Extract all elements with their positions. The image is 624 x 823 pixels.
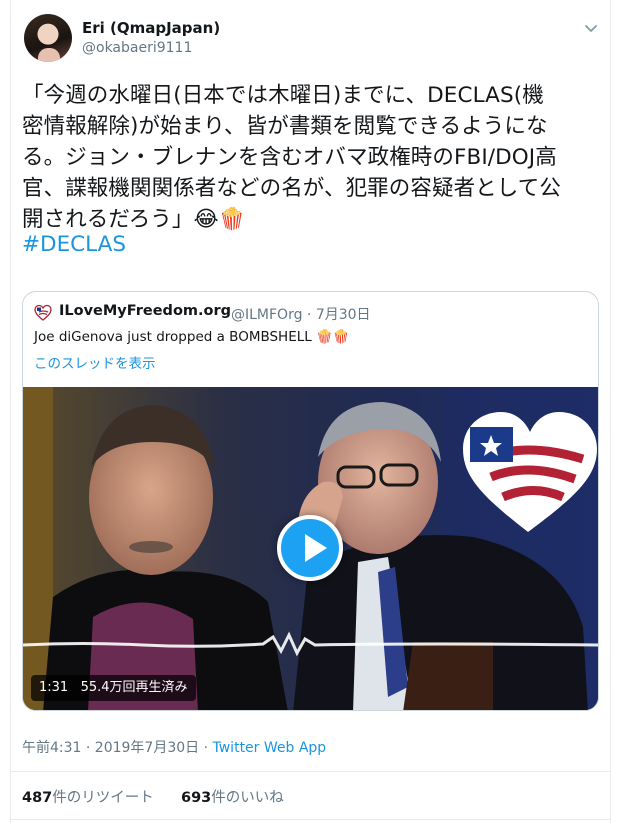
hashtag-link[interactable]: #DECLAS: [22, 232, 126, 257]
tweet-meta: 午前4:31 · 2019年7月30日 · Twitter Web App: [22, 737, 326, 757]
flag-heart-icon: [34, 304, 52, 321]
divider: [10, 771, 611, 772]
divider: [10, 819, 611, 820]
tweet-text-line: 密情報解除)が始まり、皆が書類を閲覧できるようにな: [22, 114, 548, 139]
video-duration-views: 1:31 55.4万回再生済み: [31, 675, 196, 701]
quoted-tweet[interactable]: ILoveMyFreedom.org @ILMFOrg · 7月30日 Joe …: [22, 291, 599, 711]
show-thread-link[interactable]: このスレッドを表示: [34, 352, 156, 372]
quoted-author-handle[interactable]: @ILMFOrg · 7月30日: [231, 304, 371, 324]
likes-count: 693: [181, 790, 212, 806]
source-link[interactable]: Twitter Web App: [213, 740, 327, 756]
video-player[interactable]: 1:31 55.4万回再生済み: [23, 387, 598, 710]
tweet-timestamp[interactable]: 午前4:31 · 2019年7月30日 ·: [22, 740, 213, 756]
likes-label: 件のいいね: [211, 790, 284, 806]
quoted-text: Joe diGenova just dropped a BOMBSHELL 🍿🍿: [34, 329, 350, 345]
tweet-text: 「今週の水曜日(日本では木曜日)までに、DECLAS(機 密情報解除)が始まり、…: [22, 80, 592, 235]
author-handle[interactable]: @okabaeri9111: [82, 40, 192, 56]
author-avatar[interactable]: [24, 14, 72, 62]
tweet-text-line: 開されるだろう」😂🍿: [22, 207, 246, 232]
likes-stat[interactable]: 693件のいいね: [181, 790, 284, 806]
retweets-count: 487: [22, 790, 53, 806]
retweets-stat[interactable]: 487件のリツイート: [22, 790, 154, 806]
chevron-down-icon[interactable]: [583, 20, 599, 36]
tweet-text-line: る。ジョン・ブレナンを含むオバマ政権時のFBI/DOJ高: [22, 145, 557, 170]
tweet-text-line: 官、諜報機関関係者などの名が、犯罪の容疑者として公: [22, 176, 561, 201]
tweet-text-line: 「今週の水曜日(日本では木曜日)までに、DECLAS(機: [22, 83, 544, 108]
tweet-stats: 487件のリツイート 693件のいいね: [22, 786, 284, 807]
play-button[interactable]: [277, 515, 343, 581]
retweets-label: 件のリツイート: [52, 790, 154, 806]
quoted-author-name[interactable]: ILoveMyFreedom.org: [59, 303, 231, 319]
author-name[interactable]: Eri (QmapJapan): [82, 19, 220, 37]
